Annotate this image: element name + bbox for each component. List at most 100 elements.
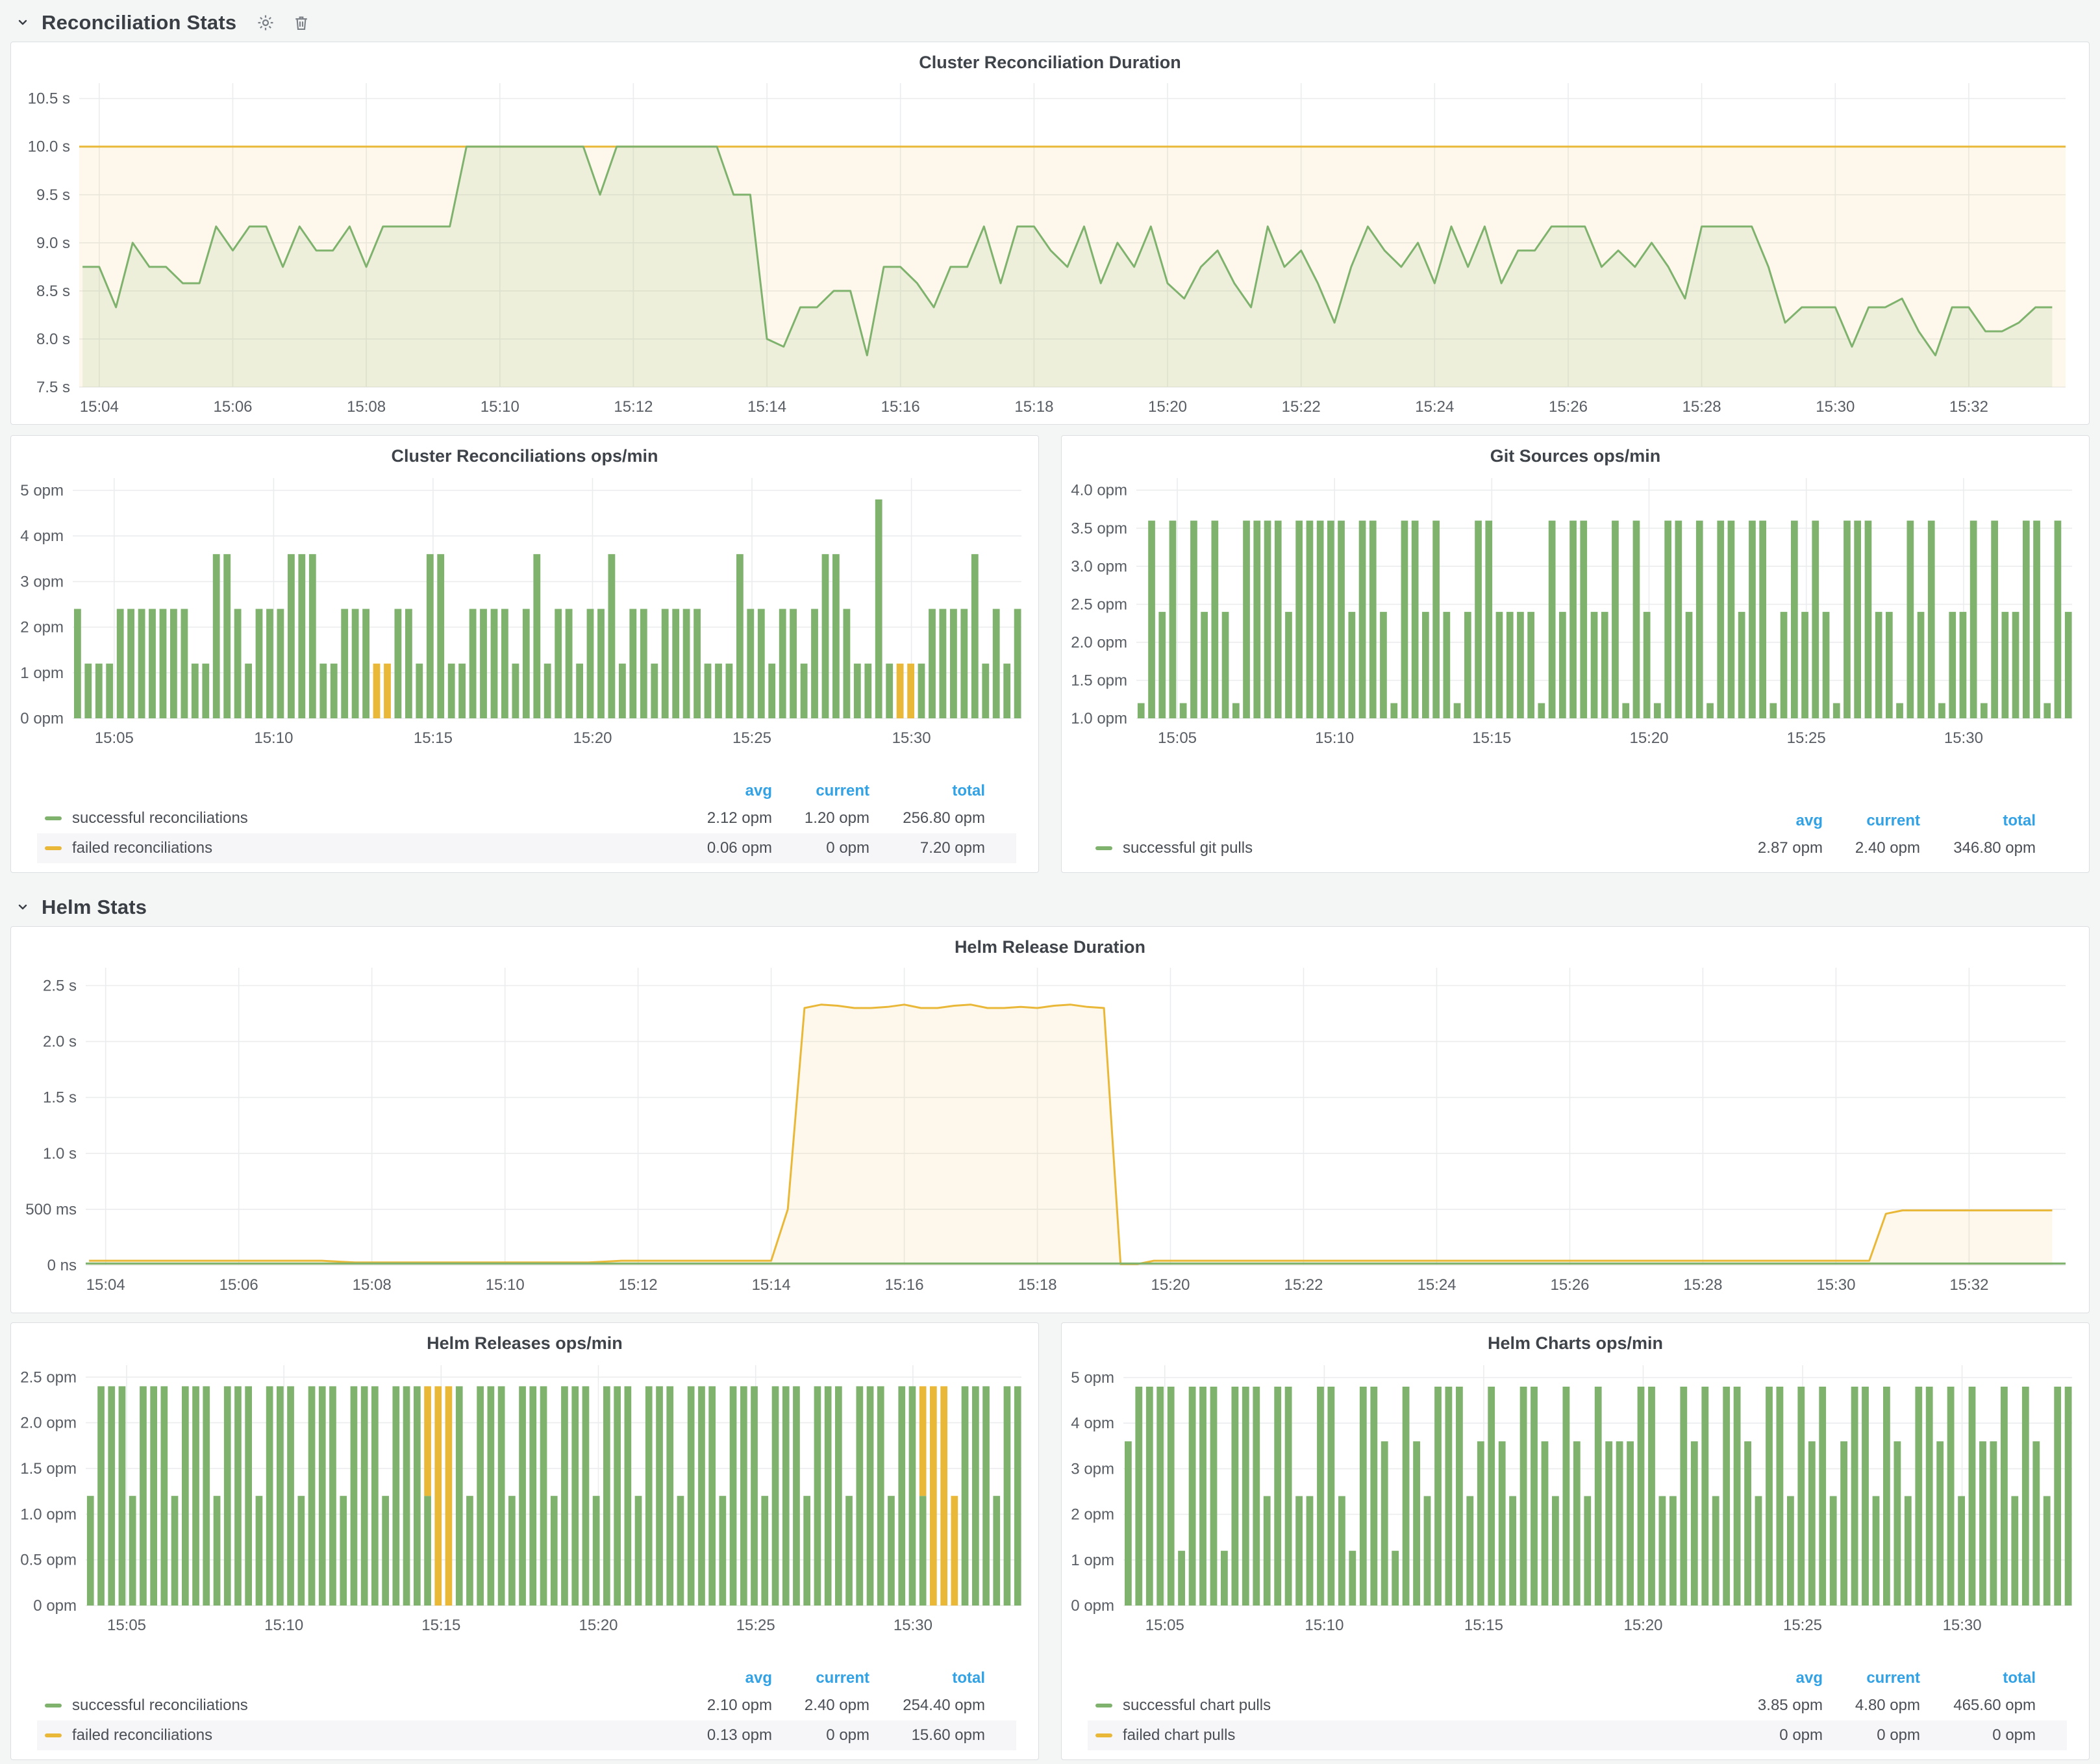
svg-text:15:20: 15:20 (579, 1617, 618, 1634)
svg-text:0.5 opm: 0.5 opm (20, 1552, 77, 1569)
panel-git-sources-opm: Git Sources ops/min 1.0 opm1.5 opm2.0 op… (1061, 435, 2090, 873)
section-header-helm-stats[interactable]: Helm Stats (10, 885, 2090, 926)
svg-text:15:06: 15:06 (219, 1276, 258, 1294)
section-header-reconciliation-stats[interactable]: Reconciliation Stats (10, 0, 2090, 42)
svg-text:4 opm: 4 opm (20, 527, 64, 545)
series-total: 465.60 opm (1920, 1696, 2036, 1715)
svg-text:10.5 s: 10.5 s (28, 90, 70, 108)
legend: avg current total successful reconciliat… (37, 779, 1016, 863)
series-avg: 0.06 opm (675, 839, 772, 857)
legend-col-avg[interactable]: avg (1725, 812, 1823, 830)
legend-col-total[interactable]: total (869, 782, 985, 800)
legend-row-failed: failed reconciliations 0.06 opm 0 opm 7.… (37, 833, 1016, 863)
svg-text:7.5 s: 7.5 s (36, 379, 70, 396)
svg-text:3 opm: 3 opm (20, 573, 64, 590)
legend-col-avg[interactable]: avg (675, 1669, 772, 1687)
helm-release-duration-chart-canvas[interactable]: 0 ns500 ms1.0 s1.5 s2.0 s2.5 s15:0415:06… (18, 961, 2076, 1299)
svg-text:15:25: 15:25 (732, 729, 771, 747)
svg-text:1.0 opm: 1.0 opm (1071, 710, 1127, 727)
legend-row-failed: failed chart pulls 0 opm 0 opm 0 opm (1088, 1720, 2067, 1750)
legend-header-row: avg current total (37, 779, 1016, 803)
series-label[interactable]: successful git pulls (1123, 839, 1253, 857)
svg-text:1.0 s: 1.0 s (43, 1145, 77, 1163)
trash-icon[interactable] (292, 14, 310, 32)
panel-title: Cluster Reconciliations ops/min (18, 436, 1032, 470)
cluster-reconciliations-chart-canvas[interactable]: 0 opm1 opm2 opm3 opm4 opm5 opm15:0515:10… (18, 470, 1032, 752)
series-total: 7.20 opm (869, 839, 985, 857)
series-current: 2.40 opm (772, 1696, 869, 1715)
svg-text:15:14: 15:14 (747, 398, 786, 416)
legend-col-total[interactable]: total (1920, 1669, 2036, 1687)
svg-text:3.0 opm: 3.0 opm (1071, 558, 1127, 575)
series-label[interactable]: failed reconciliations (72, 839, 212, 857)
svg-text:9.5 s: 9.5 s (36, 186, 70, 204)
legend-row-successful: successful reconciliations 2.10 opm 2.40… (37, 1691, 1016, 1720)
svg-text:15:16: 15:16 (881, 398, 920, 416)
series-label[interactable]: failed reconciliations (72, 1726, 212, 1745)
series-current: 0 opm (772, 1726, 869, 1745)
series-color-dash (1095, 846, 1112, 850)
svg-text:15:25: 15:25 (1783, 1617, 1822, 1634)
svg-text:15:30: 15:30 (1943, 1617, 1982, 1634)
gear-icon[interactable] (256, 13, 275, 32)
legend-col-total[interactable]: total (1920, 812, 2036, 830)
legend-row-successful: successful chart pulls 3.85 opm 4.80 opm… (1088, 1691, 2067, 1720)
git-sources-chart-canvas[interactable]: 1.0 opm1.5 opm2.0 opm2.5 opm3.0 opm3.5 o… (1068, 470, 2082, 752)
svg-text:15:20: 15:20 (1148, 398, 1187, 416)
chevron-down-icon[interactable] (16, 900, 30, 914)
legend-header-row: avg current total (1088, 809, 2067, 833)
helm-releases-chart-canvas[interactable]: 0 opm0.5 opm1.0 opm1.5 opm2.0 opm2.5 opm… (18, 1357, 1032, 1639)
series-avg: 2.87 opm (1725, 839, 1823, 857)
svg-text:15:20: 15:20 (1623, 1617, 1662, 1634)
svg-text:15:30: 15:30 (1944, 729, 1983, 747)
legend-header-row: avg current total (1088, 1666, 2067, 1691)
series-label[interactable]: successful reconciliations (72, 1696, 248, 1715)
legend-col-current[interactable]: current (772, 782, 869, 800)
cluster-reconciliation-duration-chart-canvas[interactable]: 7.5 s8.0 s8.5 s9.0 s9.5 s10.0 s10.5 s15:… (18, 77, 2076, 421)
svg-text:15:08: 15:08 (353, 1276, 392, 1294)
svg-text:15:05: 15:05 (95, 729, 134, 747)
svg-text:15:08: 15:08 (347, 398, 386, 416)
svg-text:4 opm: 4 opm (1071, 1415, 1114, 1432)
panel-helm-charts-opm: Helm Charts ops/min 0 opm1 opm2 opm3 opm… (1061, 1322, 2090, 1760)
series-total: 0 opm (1920, 1726, 2036, 1745)
legend-col-current[interactable]: current (1823, 812, 1920, 830)
legend-col-avg[interactable]: avg (675, 782, 772, 800)
series-current: 1.20 opm (772, 809, 869, 827)
svg-text:1.5 opm: 1.5 opm (1071, 672, 1127, 690)
svg-text:15:04: 15:04 (80, 398, 119, 416)
legend-col-current[interactable]: current (1823, 1669, 1920, 1687)
svg-text:2.5 opm: 2.5 opm (1071, 596, 1127, 613)
series-color-dash (1095, 1704, 1112, 1707)
series-avg: 0.13 opm (675, 1726, 772, 1745)
legend-col-avg[interactable]: avg (1725, 1669, 1823, 1687)
panel-helm-releases-opm: Helm Releases ops/min 0 opm0.5 opm1.0 op… (10, 1322, 1039, 1760)
legend-col-total[interactable]: total (869, 1669, 985, 1687)
series-label[interactable]: successful reconciliations (72, 809, 248, 827)
series-label[interactable]: failed chart pulls (1123, 1726, 1235, 1745)
svg-text:15:05: 15:05 (1145, 1617, 1184, 1634)
legend-col-current[interactable]: current (772, 1669, 869, 1687)
legend-header-row: avg current total (37, 1666, 1016, 1691)
svg-text:2.5 s: 2.5 s (43, 977, 77, 995)
svg-text:2.0 opm: 2.0 opm (20, 1415, 77, 1432)
svg-text:15:28: 15:28 (1682, 398, 1721, 416)
chevron-down-icon[interactable] (16, 16, 30, 30)
svg-text:15:30: 15:30 (1816, 1276, 1855, 1294)
svg-text:2 opm: 2 opm (1071, 1506, 1114, 1524)
svg-text:15:30: 15:30 (1816, 398, 1855, 416)
series-current: 2.40 opm (1823, 839, 1920, 857)
series-current: 4.80 opm (1823, 1696, 1920, 1715)
panel-cluster-reconciliations-opm: Cluster Reconciliations ops/min 0 opm1 o… (10, 435, 1039, 873)
helm-charts-chart-canvas[interactable]: 0 opm1 opm2 opm3 opm4 opm5 opm15:0515:10… (1068, 1357, 2082, 1639)
svg-text:500 ms: 500 ms (25, 1201, 77, 1218)
series-total: 346.80 opm (1920, 839, 2036, 857)
svg-text:15:04: 15:04 (86, 1276, 125, 1294)
svg-text:15:30: 15:30 (892, 729, 931, 747)
svg-text:15:24: 15:24 (1417, 1276, 1456, 1294)
series-total: 256.80 opm (869, 809, 985, 827)
series-label[interactable]: successful chart pulls (1123, 1696, 1271, 1715)
svg-text:15:25: 15:25 (1787, 729, 1826, 747)
svg-text:1.0 opm: 1.0 opm (20, 1506, 77, 1523)
svg-text:0 ns: 0 ns (47, 1257, 77, 1274)
